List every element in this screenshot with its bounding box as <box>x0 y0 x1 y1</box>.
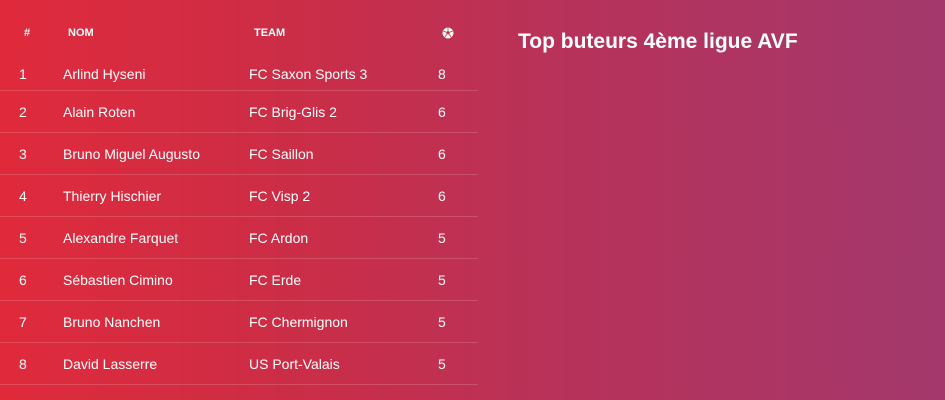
team-cell: FC Erde <box>238 259 427 301</box>
rank-cell: 5 <box>0 217 52 259</box>
top-scorers-table: # NOM TEAM 1 Arlind Hyseni FC Saxon Sports… <box>0 0 478 385</box>
player-name-cell: Sébastien Cimino <box>52 259 238 301</box>
goals-cell: 6 <box>427 175 478 217</box>
team-cell: FC Brig-Glis 2 <box>238 91 427 133</box>
goals-cell: 6 <box>427 133 478 175</box>
table-row: 7 Bruno Nanchen FC Chermignon 5 <box>0 301 478 343</box>
team-cell: US Port-Valais <box>238 343 427 385</box>
rank-cell: 3 <box>0 133 52 175</box>
rank-cell: 2 <box>0 91 52 133</box>
goals-column-header <box>427 0 478 66</box>
table-row: 1 Arlind Hyseni FC Saxon Sports 38 <box>0 66 478 91</box>
player-name-cell: Arlind Hyseni <box>52 66 238 91</box>
table-row: 2 Alain Roten FC Brig-Glis 26 <box>0 91 478 133</box>
player-name-cell: Bruno Miguel Augusto <box>52 133 238 175</box>
player-name-cell: Thierry Hischier <box>52 175 238 217</box>
player-name-cell: Bruno Nanchen <box>52 301 238 343</box>
team-cell: FC Saxon Sports 3 <box>238 66 427 91</box>
rank-cell: 4 <box>0 175 52 217</box>
goals-cell: 5 <box>427 217 478 259</box>
rank-cell: 6 <box>0 259 52 301</box>
team-column-header: TEAM <box>254 27 286 39</box>
name-column-header: NOM <box>68 27 94 39</box>
goals-cell: 8 <box>427 66 478 91</box>
table-row: 4 Thierry Hischier FC Visp 26 <box>0 175 478 217</box>
team-cell: FC Visp 2 <box>238 175 427 217</box>
goals-cell: 5 <box>427 259 478 301</box>
rank-cell: 1 <box>0 66 52 91</box>
team-cell: FC Ardon <box>238 217 427 259</box>
goals-cell: 5 <box>427 301 478 343</box>
table-row: 6 Sébastien Cimino FC Erde 5 <box>0 259 478 301</box>
soccer-ball-icon <box>442 27 454 39</box>
team-cell: FC Chermignon <box>238 301 427 343</box>
player-name-cell: Alexandre Farquet <box>52 217 238 259</box>
table-row: 3 Bruno Miguel Augusto FC Saillon 6 <box>0 133 478 175</box>
table-header-row: # NOM TEAM <box>0 0 478 66</box>
table-header: # NOM TEAM <box>0 0 478 66</box>
goals-cell: 6 <box>427 91 478 133</box>
table-row: 8 David Lasserre US Port-Valais 5 <box>0 343 478 385</box>
page-title: Top buteurs 4ème ligue AVF <box>518 30 798 53</box>
table-body: 1 Arlind Hyseni FC Saxon Sports 3 8 2 Alain R… <box>0 66 478 385</box>
rank-cell: 8 <box>0 343 52 385</box>
rank-cell: 7 <box>0 301 52 343</box>
goals-cell: 5 <box>427 343 478 385</box>
team-cell: FC Saillon <box>238 133 427 175</box>
player-name-cell: Alain Roten <box>52 91 238 133</box>
player-name-cell: David Lasserre <box>52 343 238 385</box>
rank-column-header: # <box>24 27 31 39</box>
table-row: 5 Alexandre Farquet FC Ardon 5 <box>0 217 478 259</box>
